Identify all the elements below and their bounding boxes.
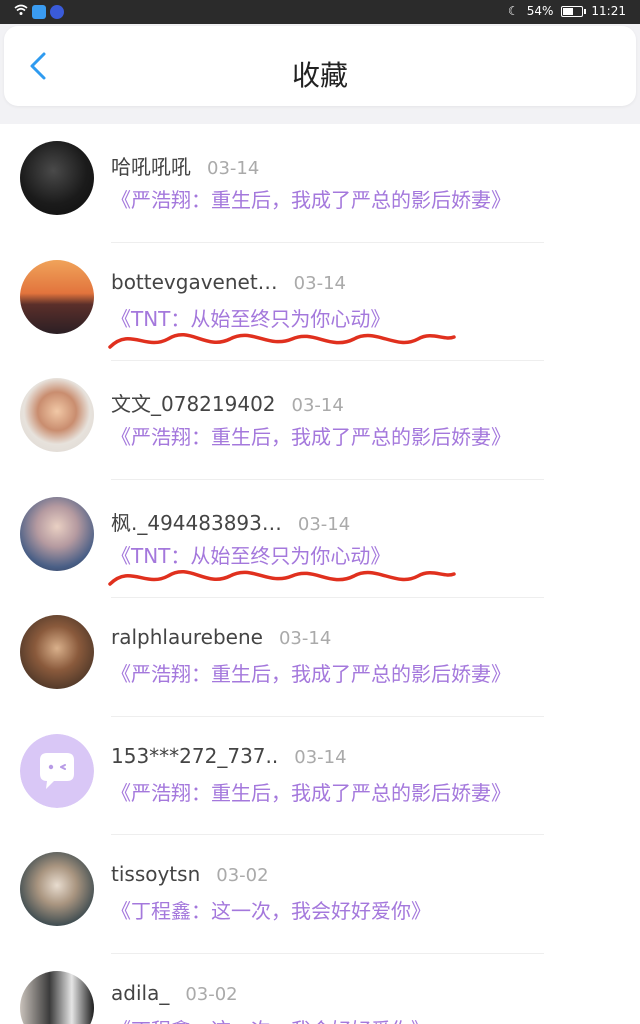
- book-title-link[interactable]: 《丁程鑫：这一次，我会好好爱你》: [111, 1014, 431, 1024]
- user-line: ralphlaurebene 03-14: [111, 625, 331, 649]
- avatar[interactable]: [20, 378, 94, 452]
- favorite-item[interactable]: ralphlaurebene 03-14 《严浩翔：重生后，我成了严总的影后娇妻》: [0, 598, 640, 717]
- battery-percent: 54%: [526, 4, 554, 18]
- user-name[interactable]: ralphlaurebene: [111, 625, 263, 649]
- chat-bubble-icon: [20, 733, 94, 808]
- user-line: 枫._494483893… 03-14: [111, 507, 350, 536]
- user-line: 文文_078219402 03-14: [111, 388, 344, 417]
- status-left: [14, 4, 64, 19]
- favorite-item[interactable]: 文文_078219402 03-14 《严浩翔：重生后，我成了严总的影后娇妻》: [0, 361, 640, 480]
- avatar[interactable]: [20, 970, 94, 1024]
- book-title-link[interactable]: 《严浩翔：重生后，我成了严总的影后娇妻》: [111, 658, 511, 687]
- red-squiggle-annotation: [108, 569, 456, 586]
- book-title-link[interactable]: 《严浩翔：重生后，我成了严总的影后娇妻》: [111, 777, 511, 806]
- page-title: 收藏: [291, 59, 348, 92]
- wifi-icon: [14, 4, 28, 19]
- user-name[interactable]: tissoytsn: [111, 862, 200, 886]
- user-line: adila_ 03-02: [111, 981, 238, 1005]
- avatar[interactable]: [20, 259, 94, 334]
- favorite-date: 03-02: [216, 865, 269, 886]
- moon-icon: ☾: [507, 4, 519, 18]
- battery-level-fill: [563, 7, 573, 15]
- favorite-date: 03-14: [293, 272, 346, 294]
- red-squiggle-annotation: [108, 332, 456, 349]
- favorite-date: 03-14: [294, 746, 347, 768]
- user-name[interactable]: 枫._494483893…: [111, 507, 282, 536]
- favorite-date: 03-14: [278, 628, 332, 649]
- favorite-date: 03-02: [185, 983, 238, 1005]
- avatar[interactable]: [20, 615, 94, 689]
- user-name[interactable]: bottevgavenet…: [111, 270, 278, 294]
- header: 收藏: [4, 26, 636, 106]
- user-line: 153***272_737.. 03-14: [111, 744, 347, 768]
- user-name[interactable]: adila_: [111, 981, 169, 1005]
- clock: 11:21: [591, 4, 626, 18]
- favorite-date: 03-14: [291, 395, 344, 416]
- app-notification-icon: [50, 4, 64, 19]
- header-area: 收藏: [0, 24, 640, 124]
- favorite-item[interactable]: 枫._494483893… 03-14 《TNT：从始至终只为你心动》: [0, 480, 640, 598]
- battery-icon: [561, 5, 587, 17]
- avatar[interactable]: [20, 141, 94, 215]
- user-name[interactable]: 153***272_737..: [111, 744, 278, 768]
- book-title-link[interactable]: 《严浩翔：重生后，我成了严总的影后娇妻》: [111, 421, 511, 450]
- favorite-item[interactable]: 153***272_737.. 03-14 《严浩翔：重生后，我成了严总的影后娇妻》: [0, 717, 640, 835]
- favorite-item[interactable]: tissoytsn 03-02 《丁程鑫：这一次，我会好好爱你》: [0, 835, 640, 954]
- favorite-date: 03-14: [207, 158, 260, 179]
- avatar[interactable]: [20, 496, 94, 571]
- status-bar: ☾ 54% 11:21: [0, 0, 640, 24]
- avatar[interactable]: [20, 733, 94, 808]
- app-notification-icon: [32, 4, 46, 19]
- book-title-link[interactable]: 《严浩翔：重生后，我成了严总的影后娇妻》: [111, 184, 511, 213]
- favorite-item[interactable]: adila_ 03-02 《丁程鑫：这一次，我会好好爱你》: [0, 954, 640, 1024]
- book-title-link[interactable]: 《丁程鑫：这一次，我会好好爱你》: [111, 895, 431, 924]
- user-line: 哈吼吼吼 03-14: [111, 151, 259, 180]
- favorite-item[interactable]: 哈吼吼吼 03-14 《严浩翔：重生后，我成了严总的影后娇妻》: [0, 124, 640, 243]
- favorite-date: 03-14: [297, 513, 351, 535]
- user-line: bottevgavenet… 03-14: [111, 270, 346, 294]
- favorite-item[interactable]: bottevgavenet… 03-14 《TNT：从始至终只为你心动》: [0, 243, 640, 361]
- status-right: ☾ 54% 11:21: [508, 4, 626, 18]
- user-name[interactable]: 文文_078219402: [111, 388, 276, 417]
- favorites-list: 哈吼吼吼 03-14 《严浩翔：重生后，我成了严总的影后娇妻》 bottevgaven…: [0, 124, 640, 1024]
- user-name[interactable]: 哈吼吼吼: [111, 151, 191, 180]
- avatar[interactable]: [20, 852, 94, 926]
- user-line: tissoytsn 03-02: [111, 862, 269, 886]
